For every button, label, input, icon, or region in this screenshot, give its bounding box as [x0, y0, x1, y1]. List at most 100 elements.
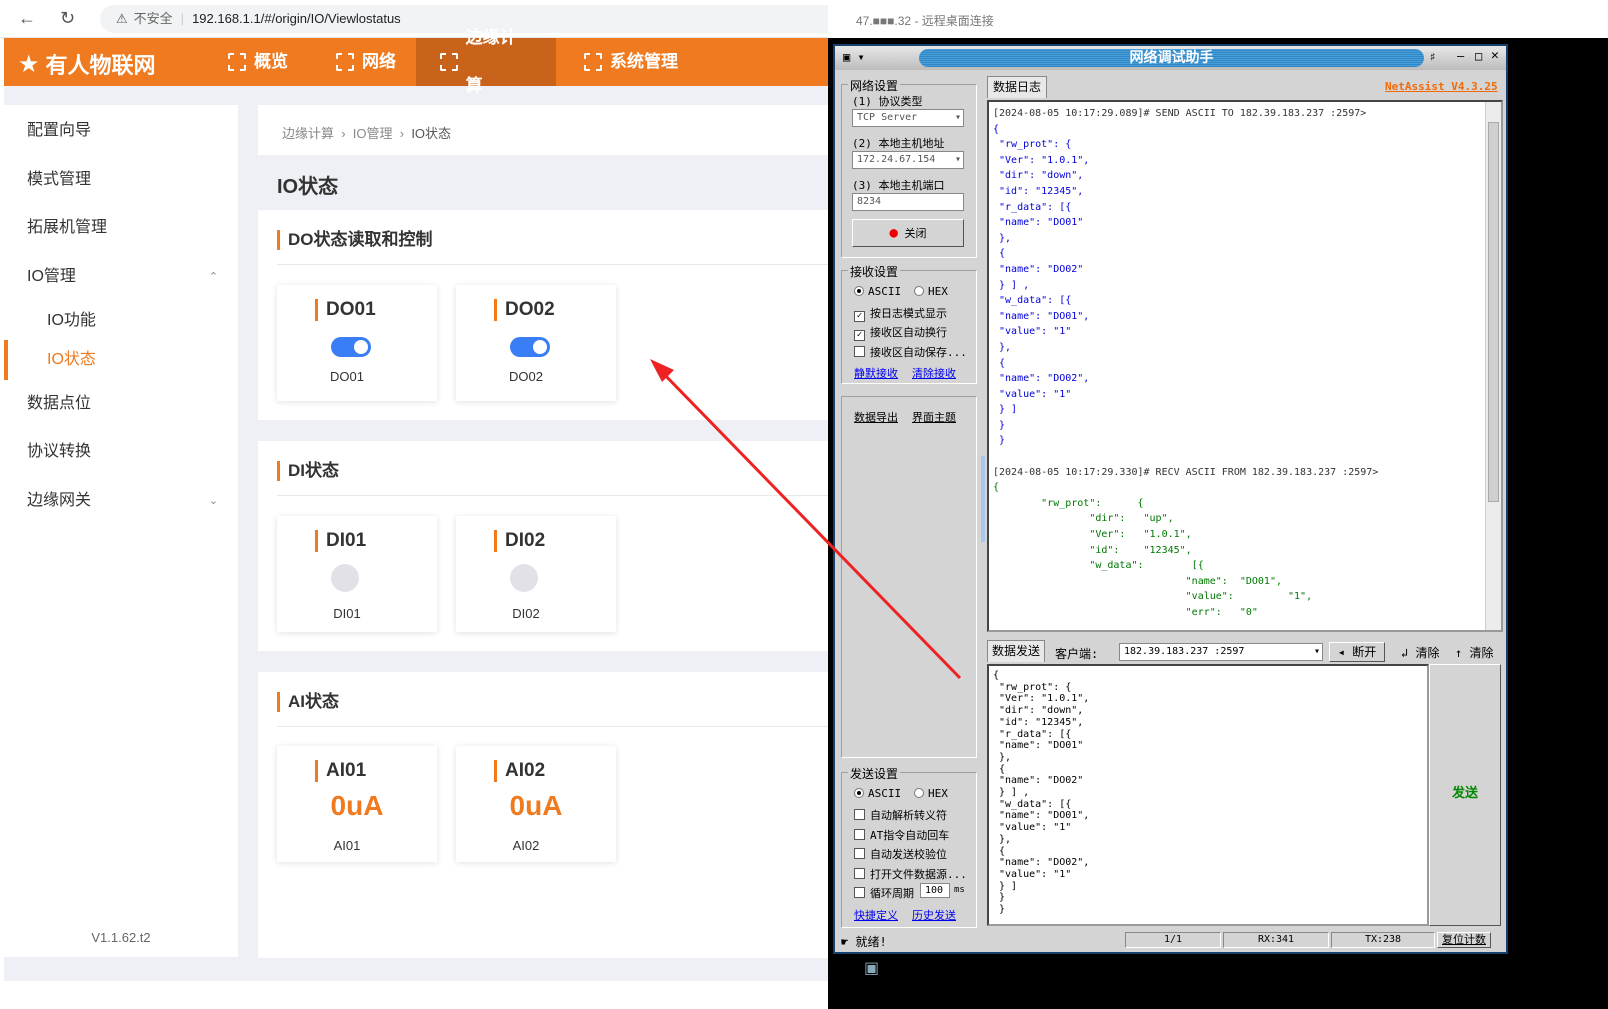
address-bar[interactable]: ⚠ 不安全 | 192.168.1.1/#/origin/IO/Viewlostatu…: [100, 5, 828, 33]
nav-edge-computing[interactable]: 边缘计算: [416, 28, 556, 95]
do01-toggle[interactable]: [331, 337, 371, 357]
nav-overview[interactable]: 概览: [204, 38, 312, 86]
sidebar-item-io-management[interactable]: IO管理 ⌃: [4, 257, 238, 297]
sidebar-item-data-points[interactable]: 数据点位: [4, 384, 238, 424]
period-input[interactable]: 100: [920, 883, 950, 898]
port-input[interactable]: 8234: [852, 193, 964, 211]
send-textarea[interactable]: { "rw_prot": { "Ver": "1.0.1", "dir": "d…: [987, 664, 1429, 926]
receive-log[interactable]: [2024-08-05 10:17:29.089]# SEND ASCII TO…: [987, 100, 1503, 632]
close-button[interactable]: ✕: [1491, 48, 1499, 63]
back-icon[interactable]: ←: [18, 8, 36, 29]
file-source-checkbox[interactable]: 打开文件数据源...: [854, 866, 967, 882]
log-line: "Ver": "1.0.1",: [993, 529, 1192, 541]
sidebar-item-protocol[interactable]: 协议转换: [4, 432, 238, 472]
select-value: 182.39.183.237 :2597: [1124, 646, 1245, 657]
log-mode-checkbox[interactable]: ✓ 按日志模式显示: [854, 305, 947, 322]
reload-icon[interactable]: ↻: [60, 8, 75, 29]
host-select[interactable]: 172.24.67.154 ▾: [852, 151, 964, 169]
close-connection-button[interactable]: ● 关闭: [852, 219, 964, 247]
tab-data-log[interactable]: 数据日志: [987, 76, 1047, 98]
breadcrumb-item[interactable]: IO管理: [353, 126, 393, 141]
page-title: IO状态: [277, 176, 339, 198]
logo[interactable]: ★ 有人物联网: [18, 48, 156, 80]
sidebar-item-io-status[interactable]: IO状态: [4, 340, 238, 380]
reset-count-button[interactable]: 复位计数: [1437, 932, 1491, 948]
send-line: },: [993, 833, 1012, 845]
recv-hex-radio[interactable]: HEX: [914, 285, 948, 298]
nav-label: 网络: [362, 52, 396, 71]
send-line: {: [993, 670, 1000, 681]
section-title: AI状态: [277, 692, 339, 712]
version-label: V1.1.62.t2: [91, 930, 151, 945]
auto-wrap-checkbox[interactable]: ✓ 接收区自动换行: [854, 324, 947, 341]
send-ascii-radio[interactable]: ASCII: [854, 787, 901, 800]
export-data-link[interactable]: 数据导出: [854, 409, 898, 425]
theme-link[interactable]: 界面主题: [912, 409, 956, 425]
send-line: "r_data": [{: [993, 728, 1072, 740]
taskbar-app-icon[interactable]: ▣: [864, 958, 879, 978]
system-menu-icon[interactable]: ▣ ▾: [843, 50, 865, 64]
nav-network[interactable]: 网络: [312, 38, 420, 86]
radio-label: HEX: [928, 787, 948, 800]
log-line: "r_data": [{: [993, 201, 1072, 213]
log-line: {: [993, 123, 1000, 135]
log-line: "value": "1": [993, 326, 1072, 338]
at-cr-checkbox[interactable]: AT指令自动回车: [854, 827, 949, 843]
log-line: "name": "DO01": [993, 217, 1084, 229]
send-line: "name": "DO02",: [993, 857, 1090, 869]
send-line: } ] ,: [993, 787, 1030, 799]
log-line: {: [993, 482, 1000, 494]
log-line: "err": "0": [993, 607, 1258, 618]
send-hex-radio[interactable]: HEX: [914, 787, 948, 800]
minimize-button[interactable]: ‒: [1457, 49, 1464, 63]
log-line: "name": "DO01",: [993, 575, 1282, 587]
nav-system-management[interactable]: 系统管理: [560, 38, 702, 86]
client-select[interactable]: 182.39.183.237 :2597 ▾: [1119, 643, 1323, 661]
sidebar-item-expansion[interactable]: 拓展机管理: [4, 208, 238, 248]
sidebar-item-io-function[interactable]: IO功能: [4, 301, 238, 341]
sidebar-item-wizard[interactable]: 配置向导: [4, 111, 238, 151]
log-line: "w_data": [{: [993, 295, 1072, 307]
escape-checkbox[interactable]: 自动解析转义符: [854, 807, 947, 823]
log-line: "Ver": "1.0.1",: [993, 154, 1090, 166]
breadcrumb-item[interactable]: 边缘计算: [282, 126, 334, 141]
radio-label: ASCII: [868, 285, 902, 298]
send-line: "id": "12345",: [993, 716, 1084, 728]
auto-save-checkbox[interactable]: 接收区自动保存...: [854, 344, 967, 360]
remote-desktop-titlebar: 47.■■■.32 - 远程桌面连接: [828, 4, 1608, 38]
log-line: } ]: [993, 404, 1018, 416]
pin-icon[interactable]: ♯: [1429, 50, 1436, 64]
log-scrollbar[interactable]: [1485, 102, 1501, 630]
maximize-button[interactable]: □: [1475, 49, 1482, 63]
window-title: 网络调试助手: [919, 49, 1424, 67]
clear-receive-link[interactable]: 清除接收: [912, 365, 956, 381]
disconnect-button[interactable]: ◂ 断开: [1329, 642, 1385, 662]
splitter-handle[interactable]: [981, 456, 985, 542]
ai-card: AI01 0uA AI01: [277, 746, 437, 862]
send-line: {: [993, 763, 1006, 775]
clear-send-button[interactable]: ↲ 清除: [1401, 644, 1439, 661]
sidebar-item-edge-gateway[interactable]: 边缘网关 ⌄: [4, 481, 238, 521]
recv-ascii-radio[interactable]: ASCII: [854, 285, 901, 298]
status-indicator: [510, 564, 538, 592]
sidebar-item-mode[interactable]: 模式管理: [4, 160, 238, 200]
group-label: 接收设置: [848, 263, 901, 280]
cycle-checkbox[interactable]: 循环周期: [854, 885, 914, 901]
send-line: "name": "DO01": [993, 740, 1084, 752]
window-title: 47.■■■.32 - 远程桌面连接: [856, 14, 994, 28]
protocol-select[interactable]: TCP Server ▾: [852, 109, 964, 127]
logo-text: 有人物联网: [45, 53, 156, 78]
send-button[interactable]: 发送: [1429, 664, 1501, 926]
log-line: "name": "DO02": [993, 263, 1084, 275]
tab-data-send[interactable]: 数据发送: [987, 640, 1045, 662]
do02-toggle[interactable]: [510, 337, 550, 357]
silent-receive-link[interactable]: 静默接收: [854, 365, 898, 381]
clear-button[interactable]: ↑ 清除: [1455, 644, 1493, 661]
ai-panel: AI状态 AI01 0uA AI01 AI02 0uA AI02: [258, 672, 828, 958]
checksum-checkbox[interactable]: 自动发送校验位: [854, 846, 947, 862]
version-link[interactable]: NetAssist V4.3.25: [1385, 80, 1498, 93]
log-line: "id": "12345",: [993, 185, 1084, 197]
shortcut-link[interactable]: 快捷定义: [854, 907, 898, 923]
checkbox-label: 接收区自动换行: [870, 326, 947, 339]
history-link[interactable]: 历史发送: [912, 907, 956, 923]
